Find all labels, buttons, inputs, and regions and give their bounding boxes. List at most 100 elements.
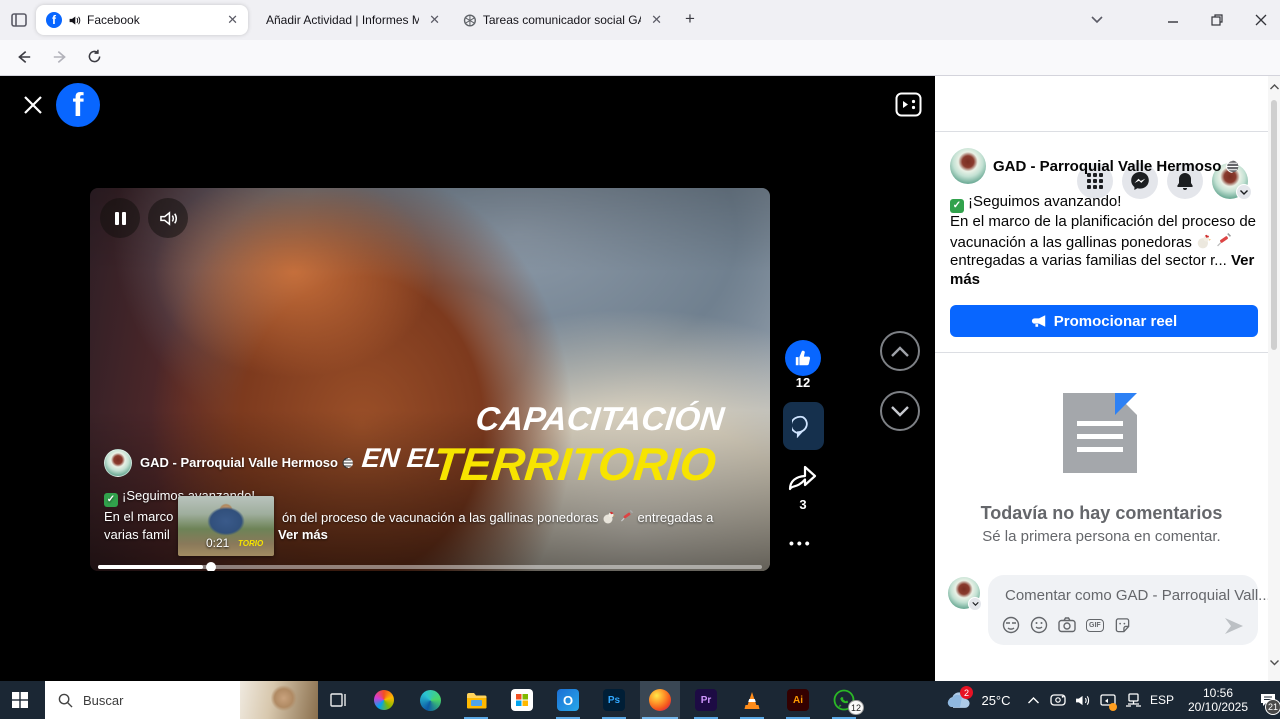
tray-time: 10:56 <box>1188 686 1248 700</box>
reel-page-name[interactable]: GAD - Parroquial Valle Hermoso <box>140 455 354 470</box>
reel-page-avatar[interactable] <box>104 449 132 477</box>
no-comments-subtitle: Sé la primera persona en comentar. <box>935 528 1268 545</box>
premiere-app-icon[interactable]: Pr <box>686 681 726 719</box>
whatsapp-badge: 12 <box>848 700 864 715</box>
comment-placeholder[interactable]: Comentar como GAD - Parroquial Vall... <box>1005 587 1271 604</box>
photoshop-app-icon[interactable]: Ps <box>594 681 634 719</box>
window-restore-button[interactable] <box>1202 8 1232 32</box>
scrollbar-thumb[interactable] <box>1271 100 1277 350</box>
send-comment-icon[interactable] <box>1224 617 1244 635</box>
megaphone-icon <box>1031 314 1047 328</box>
gif-icon[interactable]: GIF <box>1086 619 1104 632</box>
next-reel-button[interactable] <box>880 391 920 431</box>
volume-tray-icon[interactable] <box>1071 681 1095 719</box>
reel-stage: f CAPACITACIÓN EN EL TERRITORIO GAD - Pa… <box>0 76 935 681</box>
composer-avatar-chevron-icon[interactable] <box>968 597 982 611</box>
sticker-icon[interactable] <box>1114 617 1131 634</box>
scroll-down-icon[interactable] <box>1270 660 1279 666</box>
video-progress-bar[interactable] <box>98 565 762 569</box>
reload-button[interactable] <box>86 48 103 65</box>
windows-taskbar: Buscar O Ps Pr <box>0 681 1280 719</box>
like-button[interactable] <box>785 340 821 376</box>
theater-mode-icon[interactable] <box>895 92 922 122</box>
task-view-button[interactable] <box>318 681 358 719</box>
progress-fill <box>98 565 203 569</box>
tray-date: 20/10/2025 <box>1188 700 1248 714</box>
tab-facebook[interactable]: f Facebook ✕ <box>36 5 248 35</box>
tab-informes[interactable]: Añadir Actividad | Informes Mensua ✕ <box>258 0 448 40</box>
syringe-icon <box>620 509 634 522</box>
share-count: 3 <box>785 497 821 512</box>
reel-see-more[interactable]: Ver más <box>278 527 328 542</box>
teams-tray-icon[interactable] <box>1046 681 1070 719</box>
network-tray-icon[interactable] <box>1121 681 1145 719</box>
check-icon: ✓ <box>950 199 964 213</box>
pause-button[interactable] <box>100 198 140 238</box>
emoji-icon[interactable] <box>1030 616 1048 634</box>
microsoft-store-app-icon[interactable] <box>502 681 542 719</box>
outlook-app-icon[interactable]: O <box>548 681 588 719</box>
file-explorer-app-icon[interactable] <box>456 681 496 719</box>
new-tab-button[interactable]: + <box>685 9 695 29</box>
tab-close-icon[interactable]: ✕ <box>651 12 662 28</box>
page-scrollbar[interactable] <box>1268 76 1280 681</box>
preview-overlay-fragment: TORIO <box>238 539 263 548</box>
close-reel-icon[interactable] <box>23 95 43 120</box>
tab-title: Facebook <box>87 13 217 27</box>
scroll-up-icon[interactable] <box>1270 84 1279 90</box>
volume-button[interactable] <box>148 198 188 238</box>
share-button[interactable] <box>787 464 819 497</box>
post-page-avatar[interactable] <box>950 148 986 184</box>
illustrator-app-icon[interactable]: Ai <box>778 681 818 719</box>
window-close-button[interactable] <box>1246 8 1276 32</box>
avatar-sticker-icon[interactable] <box>1002 616 1020 634</box>
taskbar-search-box[interactable]: Buscar <box>45 681 318 719</box>
firefox-app-icon-active[interactable] <box>640 681 680 719</box>
weather-icon[interactable]: 2 <box>946 681 972 719</box>
promote-reel-button[interactable]: Promocionar reel <box>950 305 1258 337</box>
clock[interactable]: 10:56 20/10/2025 <box>1182 681 1254 719</box>
copilot-app-icon[interactable] <box>364 681 404 719</box>
window-minimize-button[interactable] <box>1158 8 1188 32</box>
tab-close-icon[interactable]: ✕ <box>227 12 238 28</box>
cast-tray-icon[interactable] <box>1096 681 1120 719</box>
comment-composer[interactable]: Comentar como GAD - Parroquial Vall... G… <box>988 575 1258 645</box>
progress-knob[interactable] <box>206 562 216 571</box>
start-button[interactable] <box>0 681 40 719</box>
back-button[interactable] <box>14 48 32 66</box>
comment-bubble-icon <box>792 414 816 438</box>
post-caption: ✓¡Seguimos avanzando! En el marco de la … <box>950 193 1260 289</box>
overlay-title-line3: TERRITORIO <box>431 441 719 487</box>
keyboard-language-label[interactable]: ESP <box>1146 681 1178 719</box>
search-highlight-sloth-image[interactable] <box>240 681 318 719</box>
notification-center-icon[interactable]: 21 <box>1256 681 1280 719</box>
chicken-icon <box>1196 234 1212 249</box>
facebook-logo[interactable]: f <box>56 83 100 127</box>
overlay-title-line2: EN EL <box>361 445 443 472</box>
weather-alert-badge: 2 <box>960 686 973 699</box>
search-placeholder: Buscar <box>83 693 123 708</box>
more-options-icon[interactable]: ••• <box>789 535 813 551</box>
tab-close-icon[interactable]: ✕ <box>429 12 440 28</box>
comments-button[interactable] <box>783 402 824 450</box>
vlc-app-icon[interactable] <box>732 681 772 719</box>
scrub-preview-thumbnail: 0:21 TORIO <box>178 496 274 556</box>
previous-reel-button[interactable] <box>880 331 920 371</box>
camera-icon[interactable] <box>1058 617 1076 633</box>
facebook-favicon: f <box>46 12 62 28</box>
whatsapp-app-icon[interactable]: 12 <box>824 681 864 719</box>
chicken-icon <box>602 511 616 524</box>
tray-expand-chevron-icon[interactable] <box>1022 681 1044 719</box>
reel-video[interactable]: CAPACITACIÓN EN EL TERRITORIO GAD - Parr… <box>90 188 770 571</box>
preview-timestamp: 0:21 <box>206 536 229 550</box>
edge-app-icon[interactable] <box>410 681 450 719</box>
post-page-name[interactable]: GAD - Parroquial Valle Hermoso <box>993 158 1239 175</box>
check-icon: ✓ <box>104 493 118 507</box>
firefox-sidebar-icon[interactable] <box>10 11 28 34</box>
tab-list-chevron[interactable] <box>1082 8 1112 32</box>
tab-audio-icon[interactable] <box>68 14 81 27</box>
tab-tareas[interactable]: Tareas comunicador social GAD ✕ <box>455 0 670 40</box>
forward-button[interactable] <box>52 48 70 66</box>
cast-status-dot <box>1109 703 1117 711</box>
temperature-label[interactable]: 25°C <box>976 681 1016 719</box>
